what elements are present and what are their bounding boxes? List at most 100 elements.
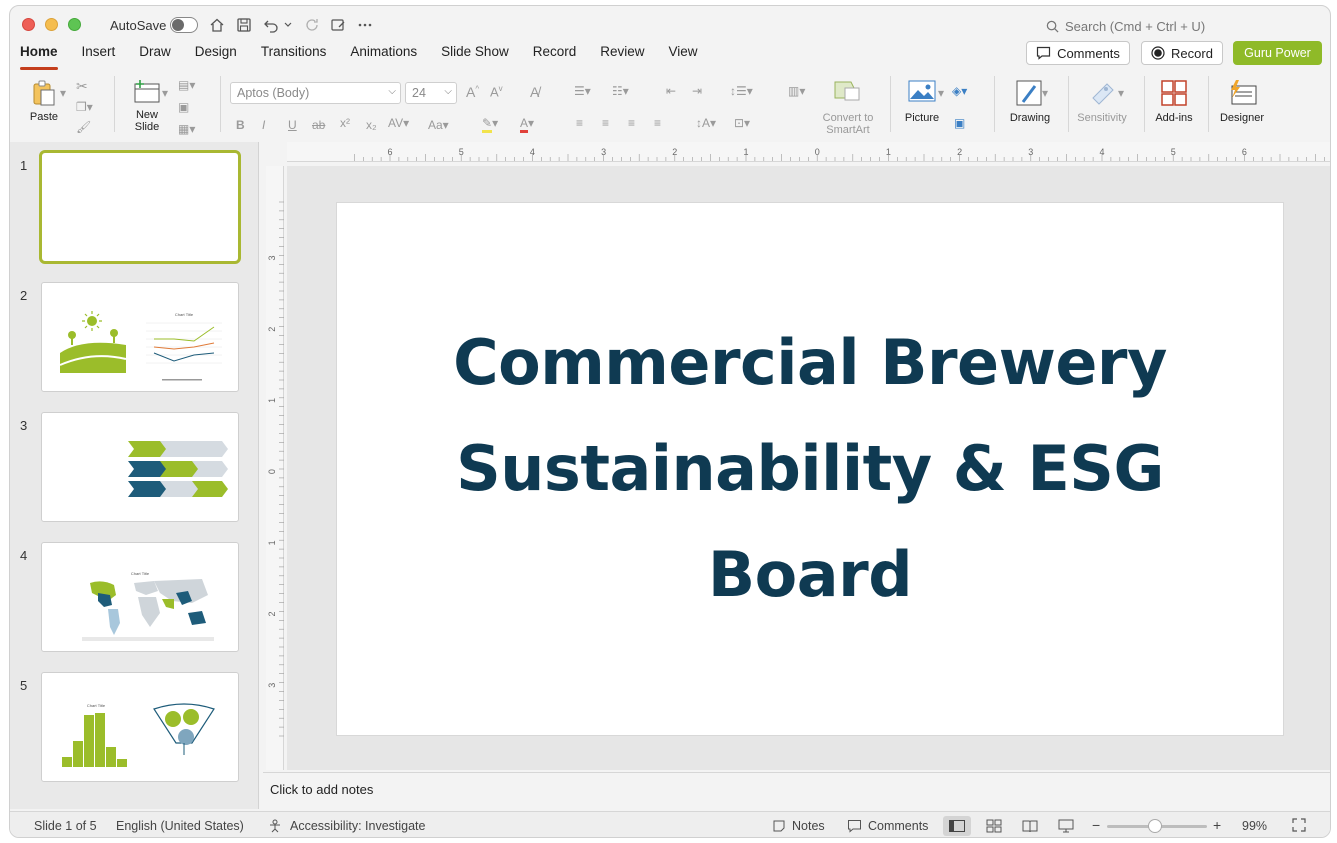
format-painter-icon[interactable]: 🖌 <box>76 120 91 134</box>
subscript-icon[interactable]: x₂ <box>366 118 377 132</box>
slide-title[interactable]: Commercial Brewery Sustainability & ESG … <box>400 310 1220 628</box>
zoom-in-icon[interactable]: + <box>1213 817 1221 833</box>
home-icon[interactable] <box>207 15 227 35</box>
clear-formatting-icon[interactable]: A̸ <box>530 84 539 100</box>
comment-icon[interactable] <box>847 819 862 836</box>
save-icon[interactable] <box>234 15 254 35</box>
highlight-icon[interactable]: ✎▾ <box>482 116 498 133</box>
bold-icon[interactable]: B <box>236 118 245 132</box>
undo-icon[interactable] <box>261 15 281 35</box>
convert-smartart-button[interactable]: Convert to SmartArt <box>816 78 880 136</box>
record-button[interactable]: Record <box>1141 41 1223 65</box>
line-spacing-icon[interactable]: ↕☰▾ <box>730 84 753 98</box>
cut-icon[interactable]: ✂ <box>76 78 88 95</box>
language-indicator[interactable]: English (United States) <box>116 819 244 833</box>
normal-view-icon[interactable] <box>943 816 971 836</box>
maximize-window-button[interactable] <box>68 18 81 31</box>
increase-indent-icon[interactable]: ⇥ <box>692 84 702 98</box>
tab-design[interactable]: Design <box>195 42 237 66</box>
accessibility-icon[interactable] <box>268 819 282 836</box>
comments-toggle[interactable]: Comments <box>868 819 928 833</box>
slide-sorter-view-icon[interactable] <box>980 816 1008 836</box>
increase-font-icon[interactable]: A^ <box>466 84 479 100</box>
align-center-icon[interactable]: ≡ <box>602 116 609 130</box>
slide-thumbnail-4[interactable]: Chart Title <box>41 542 239 652</box>
tab-view[interactable]: View <box>669 42 698 66</box>
zoom-level[interactable]: 99% <box>1242 819 1267 833</box>
current-slide[interactable]: Commercial Brewery Sustainability & ESG … <box>336 202 1284 736</box>
tab-insert[interactable]: Insert <box>82 42 116 66</box>
tab-home[interactable]: Home <box>20 42 58 70</box>
sensitivity-button[interactable]: Sensitivity <box>1074 78 1130 124</box>
font-size-value: 24 <box>412 86 426 100</box>
slide-thumbnail-5[interactable]: Chart Title <box>41 672 239 782</box>
convert-label-1: Convert to <box>822 112 874 124</box>
underline-icon[interactable]: U <box>288 118 297 132</box>
slideshow-view-icon[interactable] <box>1052 816 1080 836</box>
align-text-icon[interactable]: ⊡▾ <box>734 116 750 130</box>
section-icon[interactable]: ▦▾ <box>178 122 195 136</box>
copy-icon[interactable]: ❐▾ <box>76 100 93 114</box>
zoom-out-icon[interactable]: − <box>1092 817 1100 833</box>
notes-toggle[interactable]: Notes <box>792 819 825 833</box>
character-spacing-icon[interactable]: AV▾ <box>388 116 409 130</box>
text-box-icon[interactable]: ▣ <box>954 116 965 130</box>
drawing-button[interactable]: Drawing <box>1004 78 1056 124</box>
autosave-toggle[interactable] <box>170 17 198 33</box>
numbering-icon[interactable]: ☷▾ <box>612 84 629 98</box>
columns-icon[interactable]: ▥▾ <box>788 84 805 98</box>
new-slide-dropdown-icon[interactable]: ▾ <box>162 86 168 100</box>
tab-slide-show[interactable]: Slide Show <box>441 42 509 66</box>
add-ins-icon <box>1161 80 1187 106</box>
tab-animations[interactable]: Animations <box>350 42 417 66</box>
font-name-field[interactable]: Aptos (Body) ⌵ <box>230 82 401 104</box>
decrease-font-icon[interactable]: Av <box>490 84 503 99</box>
more-options-icon[interactable] <box>355 15 375 35</box>
slide-thumbnail-2[interactable]: Chart Title <box>41 282 239 392</box>
search-box[interactable]: Search (Cmd + Ctrl + U) <box>1046 16 1286 36</box>
customize-qat-icon[interactable] <box>328 15 348 35</box>
decrease-indent-icon[interactable]: ⇤ <box>666 84 676 98</box>
align-left-icon[interactable]: ≡ <box>576 116 583 130</box>
slide-thumbnail-1[interactable] <box>39 150 241 264</box>
close-window-button[interactable] <box>22 18 35 31</box>
change-case-icon[interactable]: Aa▾ <box>428 118 449 132</box>
notes-pane[interactable]: Click to add notes <box>263 772 1330 809</box>
font-size-field[interactable]: 24 ⌵ <box>405 82 457 104</box>
drawing-dropdown-icon[interactable]: ▾ <box>1042 86 1048 100</box>
redo-icon[interactable] <box>302 15 322 35</box>
italic-icon[interactable]: I <box>262 118 265 132</box>
tab-draw[interactable]: Draw <box>139 42 171 66</box>
paste-dropdown-icon[interactable]: ▾ <box>60 86 66 100</box>
reset-icon[interactable]: ▣ <box>178 100 189 114</box>
reading-view-icon[interactable] <box>1016 816 1044 836</box>
superscript-icon[interactable]: x² <box>340 116 350 130</box>
designer-button[interactable]: Designer <box>1214 78 1270 124</box>
strikethrough-icon[interactable]: ab <box>312 118 325 132</box>
tab-review[interactable]: Review <box>600 42 644 66</box>
bullets-icon[interactable]: ☰▾ <box>574 84 591 98</box>
picture-button[interactable]: Picture <box>898 78 946 124</box>
guru-power-button[interactable]: Guru Power <box>1233 41 1322 65</box>
accessibility-status[interactable]: Accessibility: Investigate <box>290 819 425 833</box>
comments-button[interactable]: Comments <box>1026 41 1130 65</box>
slide-counter: Slide 1 of 5 <box>34 819 97 833</box>
undo-dropdown-icon[interactable] <box>282 15 294 35</box>
tab-transitions[interactable]: Transitions <box>261 42 327 66</box>
font-color-icon[interactable]: A▾ <box>520 116 534 133</box>
shapes-icon[interactable]: ◈▾ <box>952 84 967 98</box>
sensitivity-dropdown-icon[interactable]: ▾ <box>1118 86 1124 100</box>
add-ins-button[interactable]: Add-ins <box>1150 78 1198 124</box>
minimize-window-button[interactable] <box>45 18 58 31</box>
notes-icon[interactable] <box>772 819 786 836</box>
slide-thumbnail-3[interactable] <box>41 412 239 522</box>
tab-record[interactable]: Record <box>533 42 577 66</box>
picture-dropdown-icon[interactable]: ▾ <box>938 86 944 100</box>
fit-to-window-icon[interactable] <box>1292 818 1306 835</box>
zoom-slider-thumb[interactable] <box>1148 819 1162 833</box>
align-right-icon[interactable]: ≡ <box>628 116 635 130</box>
layout-icon[interactable]: ▤▾ <box>178 78 195 92</box>
justify-icon[interactable]: ≡ <box>654 116 661 130</box>
text-direction-icon[interactable]: ↕A▾ <box>696 116 716 130</box>
paste-button[interactable]: Paste <box>24 78 64 123</box>
